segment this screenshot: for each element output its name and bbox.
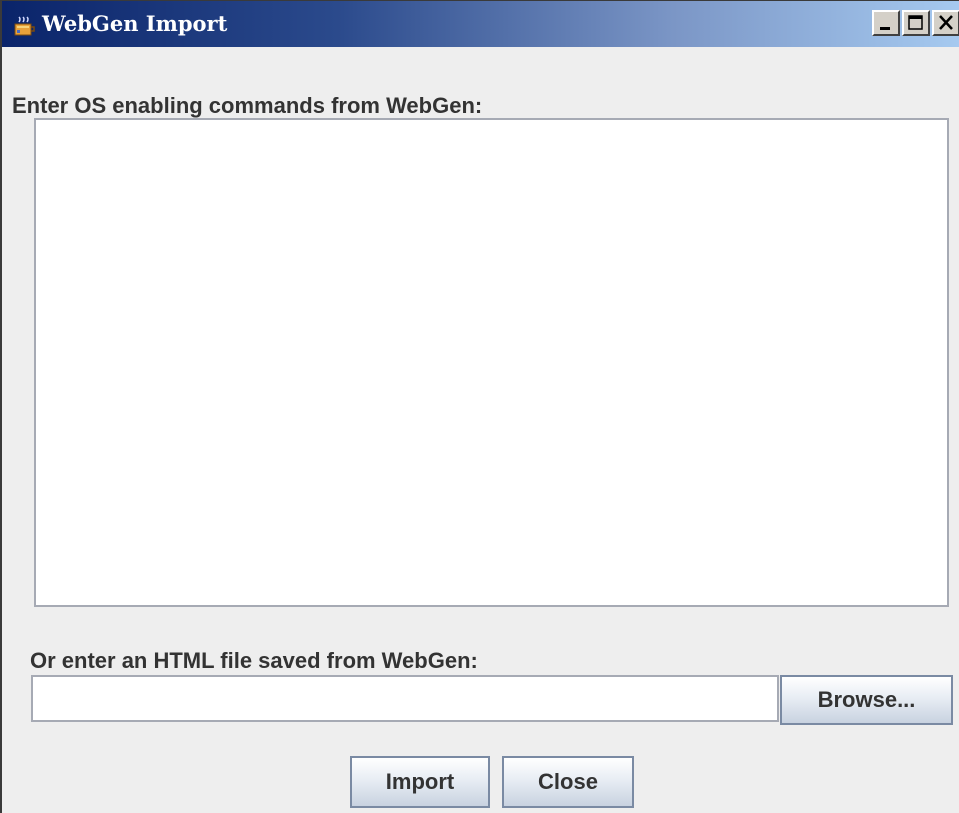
commands-textarea[interactable] xyxy=(34,118,949,607)
close-window-button[interactable] xyxy=(932,10,959,36)
import-button[interactable]: Import xyxy=(350,756,490,808)
html-file-label: Or enter an HTML file saved from WebGen: xyxy=(30,648,478,673)
close-icon xyxy=(939,15,953,30)
maximize-button[interactable] xyxy=(902,10,930,36)
java-cup-icon xyxy=(14,15,36,37)
maximize-icon xyxy=(908,15,923,30)
browse-button[interactable]: Browse... xyxy=(780,675,953,725)
title-bar[interactable]: WebGen Import xyxy=(2,1,959,47)
commands-label: Enter OS enabling commands from WebGen: xyxy=(12,93,483,118)
minimize-button[interactable] xyxy=(872,10,900,36)
webgen-import-dialog: WebGen Import Enter OS enabling commands… xyxy=(0,0,959,813)
close-button[interactable]: Close xyxy=(502,756,634,808)
html-file-input[interactable] xyxy=(31,675,779,722)
minimize-icon xyxy=(880,27,890,30)
window-title: WebGen Import xyxy=(42,11,228,36)
